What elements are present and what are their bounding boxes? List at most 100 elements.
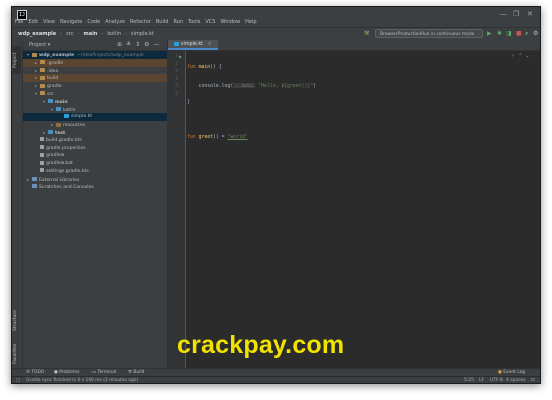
menu-run[interactable]: Run bbox=[173, 19, 183, 25]
tree-item-label: .gradle bbox=[47, 60, 64, 66]
tree-item-label: build.gradle.kts bbox=[46, 137, 82, 143]
folder-icon bbox=[40, 83, 45, 88]
caret-position[interactable]: 5:25 bbox=[464, 378, 474, 383]
lock-icon[interactable]: ⊡ bbox=[531, 378, 535, 383]
stop-icon[interactable]: ■ bbox=[516, 30, 522, 38]
tree-item[interactable]: ▸ .gradle bbox=[23, 58, 167, 67]
tree-item[interactable]: ▸ External Libraries bbox=[23, 176, 167, 184]
tree-item[interactable]: ▾ src bbox=[23, 90, 167, 98]
hammer-icon[interactable]: ⚒ bbox=[364, 30, 369, 38]
tab-structure[interactable]: Structure bbox=[13, 306, 21, 336]
chevron-down-icon[interactable]: ⌄ bbox=[525, 53, 529, 59]
locate-icon[interactable]: ⊕ bbox=[117, 41, 122, 48]
tab-problems[interactable]: ● Problems bbox=[54, 370, 79, 375]
chevron-up-icon[interactable]: ⌃ bbox=[518, 53, 522, 59]
tree-item[interactable]: Scratches and Consoles bbox=[23, 184, 167, 192]
gear-icon[interactable]: ⚙ bbox=[144, 41, 149, 48]
file-icon bbox=[40, 137, 44, 142]
watermark: crackpay.com bbox=[177, 331, 345, 359]
status-toggle-icon[interactable]: ▢ bbox=[16, 378, 20, 383]
tab-terminal[interactable]: ▭ Terminal bbox=[92, 370, 116, 375]
ide-window: IJ File Edit View Navigate Code Analyze … bbox=[11, 6, 541, 384]
settings-icon[interactable]: ⚙ bbox=[533, 30, 538, 38]
close-button[interactable]: ✕ bbox=[527, 10, 533, 18]
menu-navigate[interactable]: Navigate bbox=[60, 19, 82, 25]
maximize-button[interactable]: ❐ bbox=[513, 10, 519, 18]
folder-icon bbox=[56, 107, 61, 112]
collapse-all-icon[interactable]: ≚ bbox=[126, 41, 131, 48]
tree-item[interactable]: ▾ kotlin bbox=[23, 106, 167, 114]
tree-item[interactable]: gradlew bbox=[23, 152, 167, 160]
folder-icon bbox=[32, 52, 37, 57]
tree-item[interactable]: settings.gradle.kts bbox=[23, 168, 167, 176]
menu-window[interactable]: Window bbox=[220, 19, 240, 25]
tree-item-label: External Libraries bbox=[39, 177, 80, 183]
event-log-button[interactable]: ● Event Log bbox=[498, 370, 525, 375]
menu-analyze[interactable]: Analyze bbox=[105, 19, 125, 25]
tree-item[interactable]: build.gradle.kts bbox=[23, 137, 167, 145]
breadcrumb-file[interactable]: simple.kt bbox=[131, 31, 154, 37]
tree-item[interactable]: ▸ .idea bbox=[23, 67, 167, 75]
tree-item[interactable]: ▸ build bbox=[23, 74, 167, 83]
menu-help[interactable]: Help bbox=[245, 19, 256, 25]
hide-icon[interactable]: — bbox=[153, 41, 159, 48]
tree-item[interactable]: simple.kt bbox=[23, 113, 167, 122]
menu-tools[interactable]: Tools bbox=[188, 19, 200, 25]
menu-view[interactable]: View bbox=[43, 19, 55, 25]
inspection-widget: ✓ ⌃ ⌄ bbox=[511, 53, 530, 59]
line-number: 4 bbox=[175, 76, 178, 82]
kotlin-file-icon bbox=[174, 41, 179, 46]
tab-todo[interactable]: ☰ TODO bbox=[26, 370, 44, 375]
tab-simple-kt[interactable]: simple.kt × bbox=[168, 40, 218, 50]
project-tree: ▾ wdp_example ~/IdeaProjects/wdp_example ▸.… bbox=[23, 51, 167, 191]
close-tab-icon[interactable]: × bbox=[208, 42, 212, 47]
folder-icon bbox=[48, 130, 53, 135]
bottom-tool-bar: ☰ TODO ● Problems ▭ Terminal ⚒ Build ● E… bbox=[12, 368, 540, 376]
menu-build[interactable]: Build bbox=[156, 19, 169, 25]
line-separator[interactable]: LF bbox=[479, 378, 484, 383]
run-gutter-icon[interactable]: ▶ bbox=[179, 54, 182, 59]
menu-vcs[interactable]: VCS bbox=[205, 19, 215, 25]
tab-project[interactable]: Project bbox=[13, 46, 21, 74]
tree-item[interactable]: gradle.properties bbox=[23, 145, 167, 153]
folder-icon bbox=[40, 60, 45, 65]
tree-item[interactable]: ▸ gradle bbox=[23, 82, 167, 90]
main-menu: File Edit View Navigate Code Analyze Ref… bbox=[15, 19, 257, 25]
expand-icon[interactable]: ⇕ bbox=[135, 41, 140, 48]
breadcrumb: wdp_example › src › main › kotlin › simp… bbox=[18, 31, 154, 37]
check-icon[interactable]: ✓ bbox=[511, 53, 515, 59]
tree-item[interactable]: ▸ test bbox=[23, 129, 167, 137]
menu-refactor[interactable]: Refactor bbox=[130, 19, 151, 25]
coverage-icon[interactable]: ◨ bbox=[506, 30, 512, 38]
line-number: 3 bbox=[175, 69, 178, 75]
project-panel-title[interactable]: Project ▾ bbox=[29, 42, 50, 48]
file-icon bbox=[40, 152, 44, 157]
debug-icon[interactable]: ✱ bbox=[497, 30, 502, 38]
file-encoding[interactable]: UTF-8 bbox=[490, 378, 503, 383]
tree-item[interactable]: ▾ main bbox=[23, 98, 167, 106]
folder-icon bbox=[40, 68, 45, 73]
menu-file[interactable]: File bbox=[15, 19, 23, 25]
search-icon[interactable]: ⌕ bbox=[525, 30, 528, 38]
run-configuration-label: BrowserProductionRun in continuous mode bbox=[380, 32, 475, 37]
breadcrumb-project[interactable]: wdp_example bbox=[18, 31, 56, 37]
menu-code[interactable]: Code bbox=[87, 19, 100, 25]
tab-favorites[interactable]: Favorites bbox=[13, 340, 21, 368]
minimize-button[interactable]: — bbox=[500, 10, 507, 18]
tree-item[interactable]: ▾ wdp_example ~/IdeaProjects/wdp_example bbox=[23, 51, 167, 59]
breadcrumb-main[interactable]: main bbox=[83, 31, 97, 37]
tree-item[interactable]: ▸ resources bbox=[23, 121, 167, 129]
line-number: 6 bbox=[175, 92, 178, 97]
menu-edit[interactable]: Edit bbox=[28, 19, 38, 25]
tree-item[interactable]: gradlew.bat bbox=[23, 160, 167, 168]
tab-build[interactable]: ⚒ Build bbox=[128, 370, 144, 375]
kotlin-file-icon bbox=[64, 113, 69, 118]
code-area[interactable]: fun main() { console.log(...data: "Hello… bbox=[187, 54, 316, 152]
breadcrumb-src[interactable]: src bbox=[66, 31, 73, 37]
run-icon[interactable]: ▶ bbox=[487, 30, 492, 38]
status-message[interactable]: Gradle sync finished in 6 s 140 ms (3 mi… bbox=[26, 378, 138, 383]
parameter-hint: ...data: bbox=[233, 82, 256, 88]
breadcrumb-kotlin[interactable]: kotlin bbox=[107, 31, 121, 37]
run-configuration-select[interactable]: BrowserProductionRun in continuous mode bbox=[375, 29, 483, 38]
indent-setting[interactable]: 4 spaces bbox=[506, 378, 525, 383]
